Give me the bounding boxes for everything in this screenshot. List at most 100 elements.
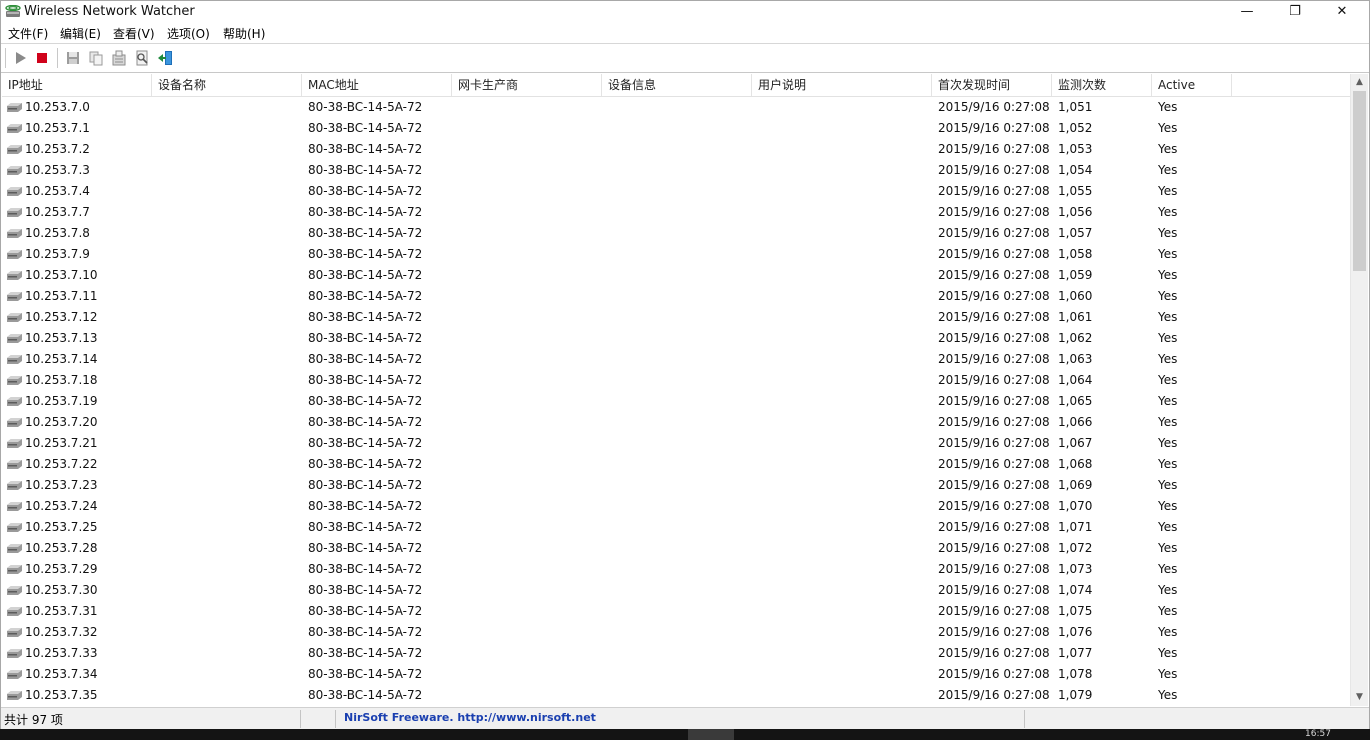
cell-vendor [458, 265, 598, 286]
taskbar-app-button[interactable] [688, 729, 734, 740]
table-row[interactable]: 10.253.7.29 80-38-BC-14-5A-72 2015/9/16 0:… [2, 559, 1350, 580]
table-row[interactable]: 10.253.7.20 80-38-BC-14-5A-72 2015/9/16 0:… [2, 412, 1350, 433]
table-row[interactable]: 10.253.7.13 80-38-BC-14-5A-72 2015/9/16 0:… [2, 328, 1350, 349]
cell-user-text [758, 433, 928, 454]
cell-active: Yes [1158, 268, 1178, 282]
maximize-button[interactable]: ❐ [1272, 1, 1318, 23]
cell-device-name [158, 580, 298, 601]
cell-ip: 10.253.7.0 [25, 100, 90, 114]
table-row[interactable]: 10.253.7.28 80-38-BC-14-5A-72 2015/9/16 0:… [2, 538, 1350, 559]
cell-mac: 80-38-BC-14-5A-72 [308, 625, 423, 639]
network-device-icon [7, 103, 22, 112]
table-row[interactable]: 10.253.7.12 80-38-BC-14-5A-72 2015/9/16 0:… [2, 307, 1350, 328]
html-report-icon[interactable] [133, 49, 151, 67]
cell-detection-count: 1,062 [1058, 331, 1093, 345]
cell-ip: 10.253.7.12 [25, 310, 98, 324]
cell-mac: 80-38-BC-14-5A-72 [308, 520, 423, 534]
table-row[interactable]: 10.253.7.24 80-38-BC-14-5A-72 2015/9/16 0:… [2, 496, 1350, 517]
scroll-up-icon[interactable]: ▲ [1351, 74, 1368, 91]
network-device-icon [7, 124, 22, 133]
network-device-icon [7, 502, 22, 511]
title-bar: Wireless Network Watcher — ❐ ✕ [1, 1, 1369, 23]
cell-mac: 80-38-BC-14-5A-72 [308, 457, 423, 471]
device-list[interactable]: IP地址 设备名称 MAC地址 网卡生产商 设备信息 用户说明 首次发现时间 监… [2, 74, 1350, 706]
table-row[interactable]: 10.253.7.9 80-38-BC-14-5A-72 2015/9/16 0:2… [2, 244, 1350, 265]
column-header-first-detected[interactable]: 首次发现时间 [932, 74, 1052, 96]
menu-edit[interactable]: 编辑(E) [58, 25, 103, 42]
cell-device-info [608, 118, 748, 139]
cell-detection-count: 1,075 [1058, 604, 1093, 618]
table-row[interactable]: 10.253.7.25 80-38-BC-14-5A-72 2015/9/16 0:… [2, 517, 1350, 538]
cell-device-info [608, 307, 748, 328]
cell-vendor [458, 412, 598, 433]
cell-user-text [758, 622, 928, 643]
column-header-detection-count[interactable]: 监测次数 [1052, 74, 1152, 96]
minimize-button[interactable]: — [1224, 1, 1270, 23]
column-header-ip[interactable]: IP地址 [2, 74, 152, 96]
start-scan-icon[interactable] [11, 49, 29, 67]
cell-user-text [758, 223, 928, 244]
column-header-vendor[interactable]: 网卡生产商 [452, 74, 602, 96]
cell-device-name [158, 244, 298, 265]
cell-detection-count: 1,057 [1058, 226, 1093, 240]
column-header-active[interactable]: Active [1152, 74, 1232, 96]
table-row[interactable]: 10.253.7.4 80-38-BC-14-5A-72 2015/9/16 0:2… [2, 181, 1350, 202]
scroll-thumb[interactable] [1353, 91, 1366, 271]
table-row[interactable]: 10.253.7.31 80-38-BC-14-5A-72 2015/9/16 0:… [2, 601, 1350, 622]
table-row[interactable]: 10.253.7.2 80-38-BC-14-5A-72 2015/9/16 0:2… [2, 139, 1350, 160]
cell-first-detected: 2015/9/16 0:27:08 [938, 247, 1050, 261]
vertical-scrollbar[interactable]: ▲ ▼ [1350, 74, 1368, 706]
nirsoft-link[interactable]: NirSoft Freeware. http://www.nirsoft.net [344, 711, 596, 724]
cell-detection-count: 1,076 [1058, 625, 1093, 639]
app-icon [5, 5, 21, 17]
copy-icon[interactable] [87, 49, 105, 67]
cell-vendor [458, 97, 598, 118]
table-row[interactable]: 10.253.7.19 80-38-BC-14-5A-72 2015/9/16 0:… [2, 391, 1350, 412]
table-row[interactable]: 10.253.7.23 80-38-BC-14-5A-72 2015/9/16 0:… [2, 475, 1350, 496]
table-row[interactable]: 10.253.7.32 80-38-BC-14-5A-72 2015/9/16 0:… [2, 622, 1350, 643]
cell-mac: 80-38-BC-14-5A-72 [308, 352, 423, 366]
column-header-mac[interactable]: MAC地址 [302, 74, 452, 96]
scroll-down-icon[interactable]: ▼ [1351, 689, 1368, 706]
cell-device-name [158, 538, 298, 559]
table-row[interactable]: 10.253.7.14 80-38-BC-14-5A-72 2015/9/16 0:… [2, 349, 1350, 370]
menu-file[interactable]: 文件(F) [6, 25, 50, 42]
menu-options[interactable]: 选项(O) [165, 25, 212, 42]
cell-device-name [158, 475, 298, 496]
menu-view[interactable]: 查看(V) [111, 25, 157, 42]
table-row[interactable]: 10.253.7.3 80-38-BC-14-5A-72 2015/9/16 0:2… [2, 160, 1350, 181]
table-row[interactable]: 10.253.7.22 80-38-BC-14-5A-72 2015/9/16 0:… [2, 454, 1350, 475]
close-button[interactable]: ✕ [1319, 1, 1365, 23]
table-row[interactable]: 10.253.7.33 80-38-BC-14-5A-72 2015/9/16 0:… [2, 643, 1350, 664]
table-row[interactable]: 10.253.7.10 80-38-BC-14-5A-72 2015/9/16 0:… [2, 265, 1350, 286]
table-row[interactable]: 10.253.7.7 80-38-BC-14-5A-72 2015/9/16 0:2… [2, 202, 1350, 223]
column-header-device-name[interactable]: 设备名称 [152, 74, 302, 96]
network-device-icon [7, 292, 22, 301]
save-icon[interactable] [64, 49, 82, 67]
stop-scan-icon[interactable] [33, 49, 51, 67]
cell-ip: 10.253.7.1 [25, 121, 90, 135]
table-row[interactable]: 10.253.7.35 80-38-BC-14-5A-72 2015/9/16 0:… [2, 685, 1350, 706]
cell-device-name [158, 265, 298, 286]
column-header-user-text[interactable]: 用户说明 [752, 74, 932, 96]
table-row[interactable]: 10.253.7.34 80-38-BC-14-5A-72 2015/9/16 0:… [2, 664, 1350, 685]
properties-icon[interactable] [110, 49, 128, 67]
table-row[interactable]: 10.253.7.1 80-38-BC-14-5A-72 2015/9/16 0:2… [2, 118, 1350, 139]
cell-device-name [158, 118, 298, 139]
cell-active: Yes [1158, 205, 1178, 219]
table-row[interactable]: 10.253.7.8 80-38-BC-14-5A-72 2015/9/16 0:2… [2, 223, 1350, 244]
table-row[interactable]: 10.253.7.30 80-38-BC-14-5A-72 2015/9/16 0:… [2, 580, 1350, 601]
table-row[interactable]: 10.253.7.18 80-38-BC-14-5A-72 2015/9/16 0:… [2, 370, 1350, 391]
column-header-device-info[interactable]: 设备信息 [602, 74, 752, 96]
table-row[interactable]: 10.253.7.0 80-38-BC-14-5A-72 2015/9/16 0:2… [2, 97, 1350, 118]
cell-device-name [158, 181, 298, 202]
cell-user-text [758, 559, 928, 580]
cell-device-name [158, 454, 298, 475]
toolbar-grip [5, 48, 6, 68]
menu-help[interactable]: 帮助(H) [221, 25, 267, 42]
cell-device-info [608, 265, 748, 286]
table-row[interactable]: 10.253.7.11 80-38-BC-14-5A-72 2015/9/16 0:… [2, 286, 1350, 307]
table-row[interactable]: 10.253.7.21 80-38-BC-14-5A-72 2015/9/16 0:… [2, 433, 1350, 454]
cell-active: Yes [1158, 247, 1178, 261]
exit-icon[interactable] [156, 49, 174, 67]
